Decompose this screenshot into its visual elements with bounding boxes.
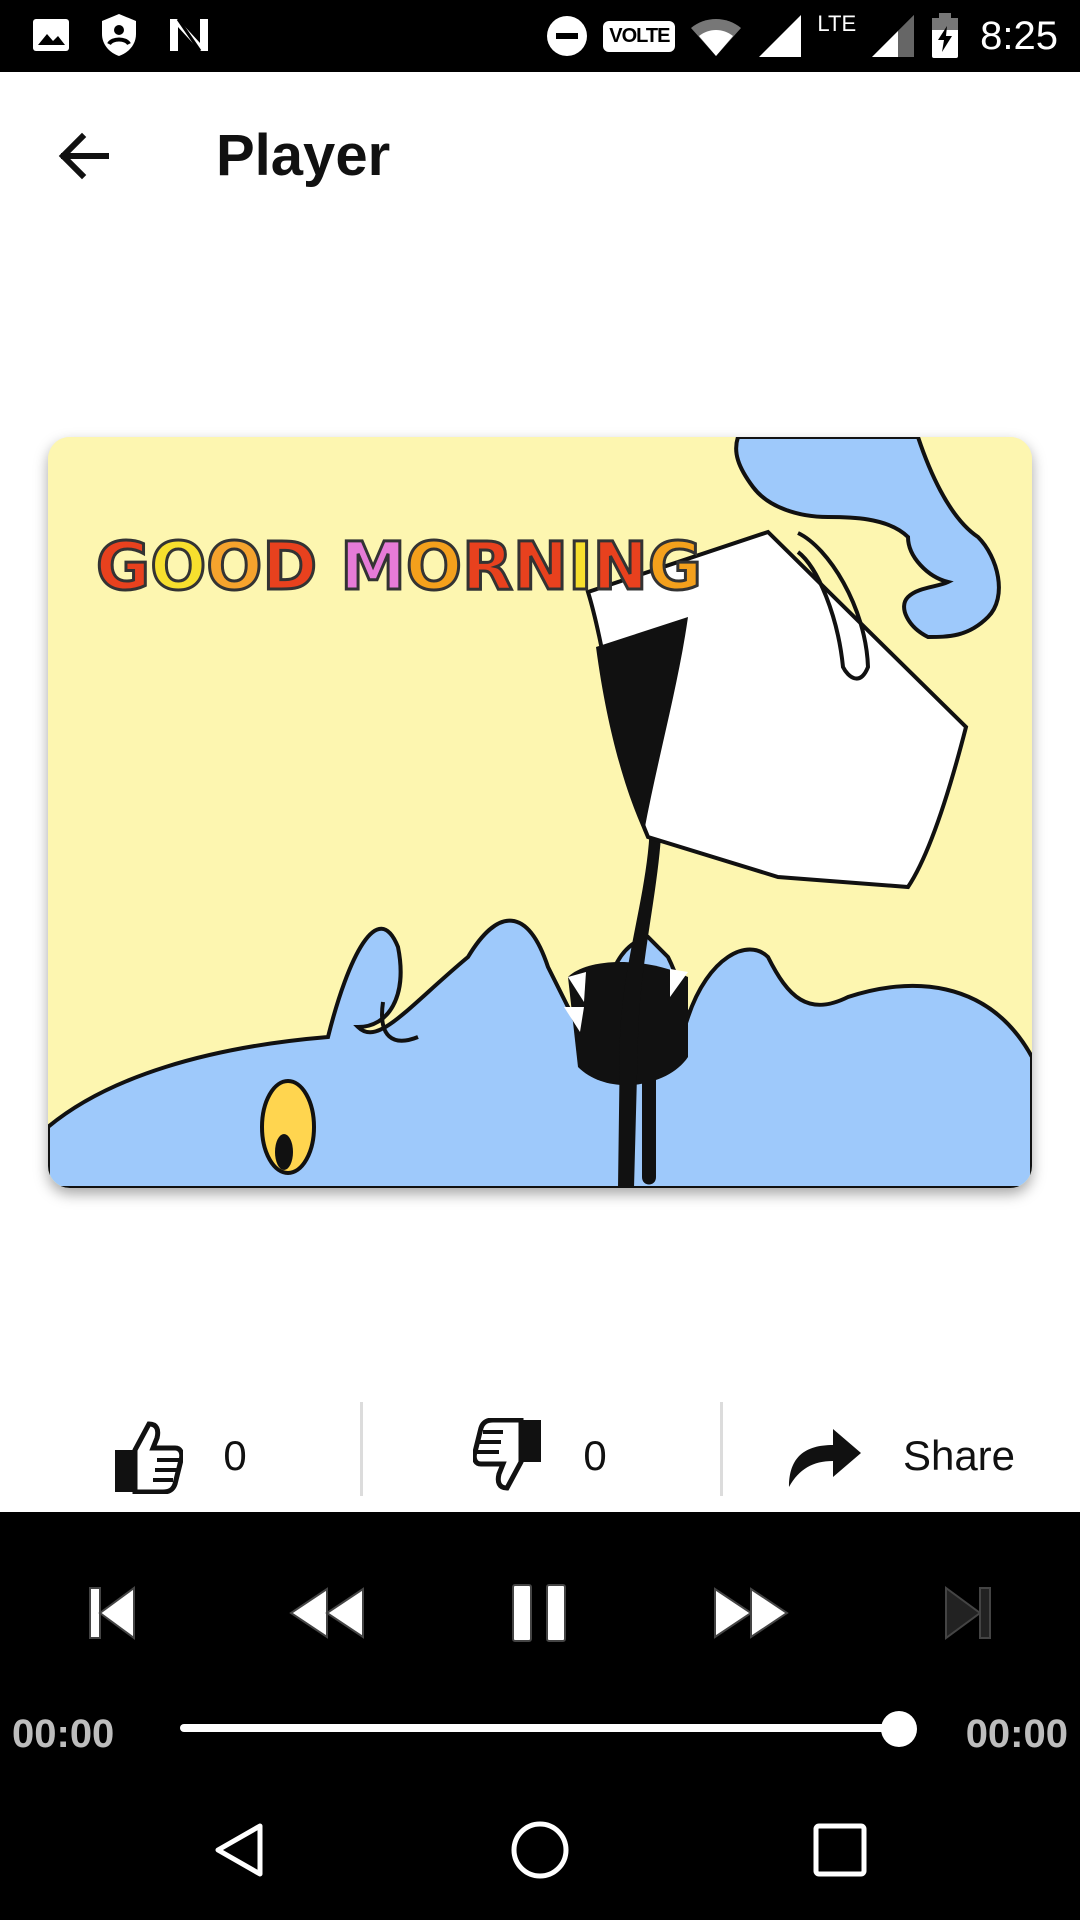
fast-forward-icon [714, 1587, 789, 1639]
status-time: 8:25 [980, 13, 1058, 58]
shield-icon [102, 14, 136, 56]
share-button[interactable]: Share [720, 1400, 1080, 1512]
current-time: 00:00 [12, 1712, 115, 1756]
page-title: Player [216, 123, 391, 188]
skip-next-icon [945, 1586, 991, 1640]
nav-home-button[interactable] [500, 1810, 580, 1890]
share-arrow-icon [788, 1429, 861, 1487]
lte-label: LTE [817, 11, 857, 36]
good-morning-text: GOOD MORNING [96, 528, 702, 605]
app-bar: Player [0, 72, 1080, 242]
player-controls: 00:00 00:00 [0, 1512, 1080, 1780]
n-icon [170, 18, 208, 52]
volte-badge: VOLTE [603, 20, 676, 52]
rewind-button[interactable] [282, 1568, 372, 1658]
battery-charging-icon [932, 13, 959, 58]
like-count: 0 [223, 1432, 247, 1479]
dislike-button[interactable]: 0 [360, 1400, 720, 1512]
good-morning-illustration: GOOD MORNING [48, 437, 1032, 1188]
nav-home-icon [511, 1821, 569, 1879]
navigation-bar [0, 1780, 1080, 1920]
thumbs-down-icon [473, 1418, 542, 1491]
gallery-icon [33, 19, 69, 51]
action-row: 0 0 Share [0, 1400, 1080, 1514]
nav-recents-icon [813, 1823, 867, 1877]
seek-bar[interactable] [180, 1724, 900, 1732]
signal-icon-2 [872, 15, 915, 57]
rewind-icon [289, 1587, 364, 1639]
status-bar: VOLTE LTE 8:25 [0, 0, 1080, 72]
fast-forward-button[interactable] [706, 1568, 796, 1658]
media-thumbnail[interactable]: GOOD MORNING [48, 437, 1032, 1188]
thumbs-up-icon [115, 1421, 184, 1494]
nav-back-icon [215, 1823, 263, 1877]
share-label: Share [902, 1432, 1016, 1479]
dnd-icon [547, 16, 588, 56]
nav-back-button[interactable] [200, 1810, 280, 1890]
skip-previous-icon [89, 1586, 135, 1640]
dislike-count: 0 [583, 1432, 607, 1479]
wifi-icon [691, 19, 742, 56]
pause-button[interactable] [494, 1568, 584, 1658]
arrow-left-icon [58, 132, 109, 180]
seek-thumb[interactable] [881, 1711, 917, 1747]
back-button[interactable] [52, 124, 116, 188]
total-time: 00:00 [965, 1712, 1068, 1756]
signal-icon [759, 15, 802, 57]
skip-previous-button[interactable] [68, 1568, 158, 1658]
like-button[interactable]: 0 [0, 1400, 360, 1512]
pause-icon [512, 1584, 566, 1642]
skip-next-button[interactable] [922, 1568, 1012, 1658]
nav-recents-button[interactable] [800, 1810, 880, 1890]
